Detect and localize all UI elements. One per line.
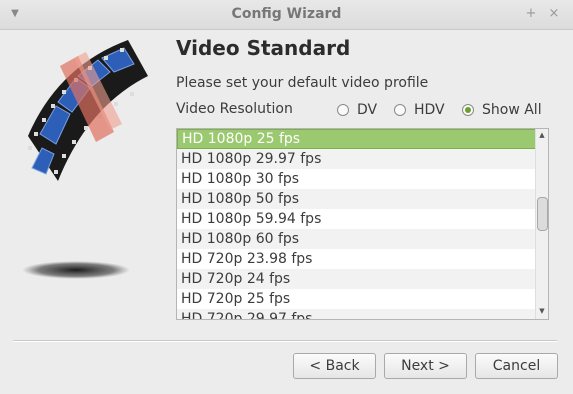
list-item[interactable]: HD 1080p 30 fps (177, 169, 536, 189)
window-title: Config Wizard (231, 6, 342, 22)
page-title: Video Standard (176, 36, 351, 60)
list-item[interactable]: HD 720p 24 fps (177, 269, 536, 289)
list-item[interactable]: HD 720p 29.97 fps (177, 309, 536, 319)
next-button[interactable]: Next > (384, 353, 467, 379)
radio-show-all-label: Show All (482, 102, 542, 118)
scrollbar-thumb[interactable] (537, 197, 548, 231)
video-profile-list[interactable]: HD 1080p 25 fps HD 1080p 29.97 fps HD 1080… (176, 128, 549, 320)
radio-dv-label: DV (357, 102, 378, 118)
plus-icon[interactable]: + (524, 6, 538, 21)
film-strip-logo (22, 40, 148, 279)
radio-hdv-indicator[interactable] (394, 104, 406, 116)
list-item[interactable]: HD 1080p 60 fps (177, 229, 536, 249)
radio-dv-indicator[interactable] (337, 104, 349, 116)
list-item[interactable]: HD 720p 25 fps (177, 289, 536, 309)
scroll-down-arrow-icon[interactable]: ▼ (536, 307, 548, 315)
separator (13, 340, 557, 342)
list-item[interactable]: HD 1080p 50 fps (177, 189, 536, 209)
radio-dv[interactable]: DV (337, 100, 377, 120)
profile-rows: HD 1080p 25 fps HD 1080p 29.97 fps HD 1080… (177, 129, 536, 319)
page-subtitle: Please set your default video profile (176, 75, 429, 91)
cancel-button[interactable]: Cancel (475, 353, 558, 379)
close-icon[interactable]: × (547, 6, 561, 21)
scroll-up-arrow-icon[interactable]: ▲ (536, 131, 548, 139)
radio-show-all[interactable]: Show All (462, 100, 542, 120)
radio-hdv-label: HDV (414, 102, 445, 118)
video-resolution-label: Video Resolution (176, 101, 293, 117)
list-item[interactable]: HD 1080p 29.97 fps (177, 149, 536, 169)
list-item[interactable]: HD 1080p 25 fps (177, 129, 536, 149)
title-bar: ▼ Config Wizard + × (0, 0, 573, 30)
back-button[interactable]: < Back (293, 353, 376, 379)
radio-show-all-indicator[interactable] (462, 104, 474, 116)
list-item[interactable]: HD 1080p 59.94 fps (177, 209, 536, 229)
list-item[interactable]: HD 720p 23.98 fps (177, 249, 536, 269)
list-scrollbar[interactable]: ▲ ▼ (535, 129, 548, 319)
radio-hdv[interactable]: HDV (394, 100, 445, 120)
